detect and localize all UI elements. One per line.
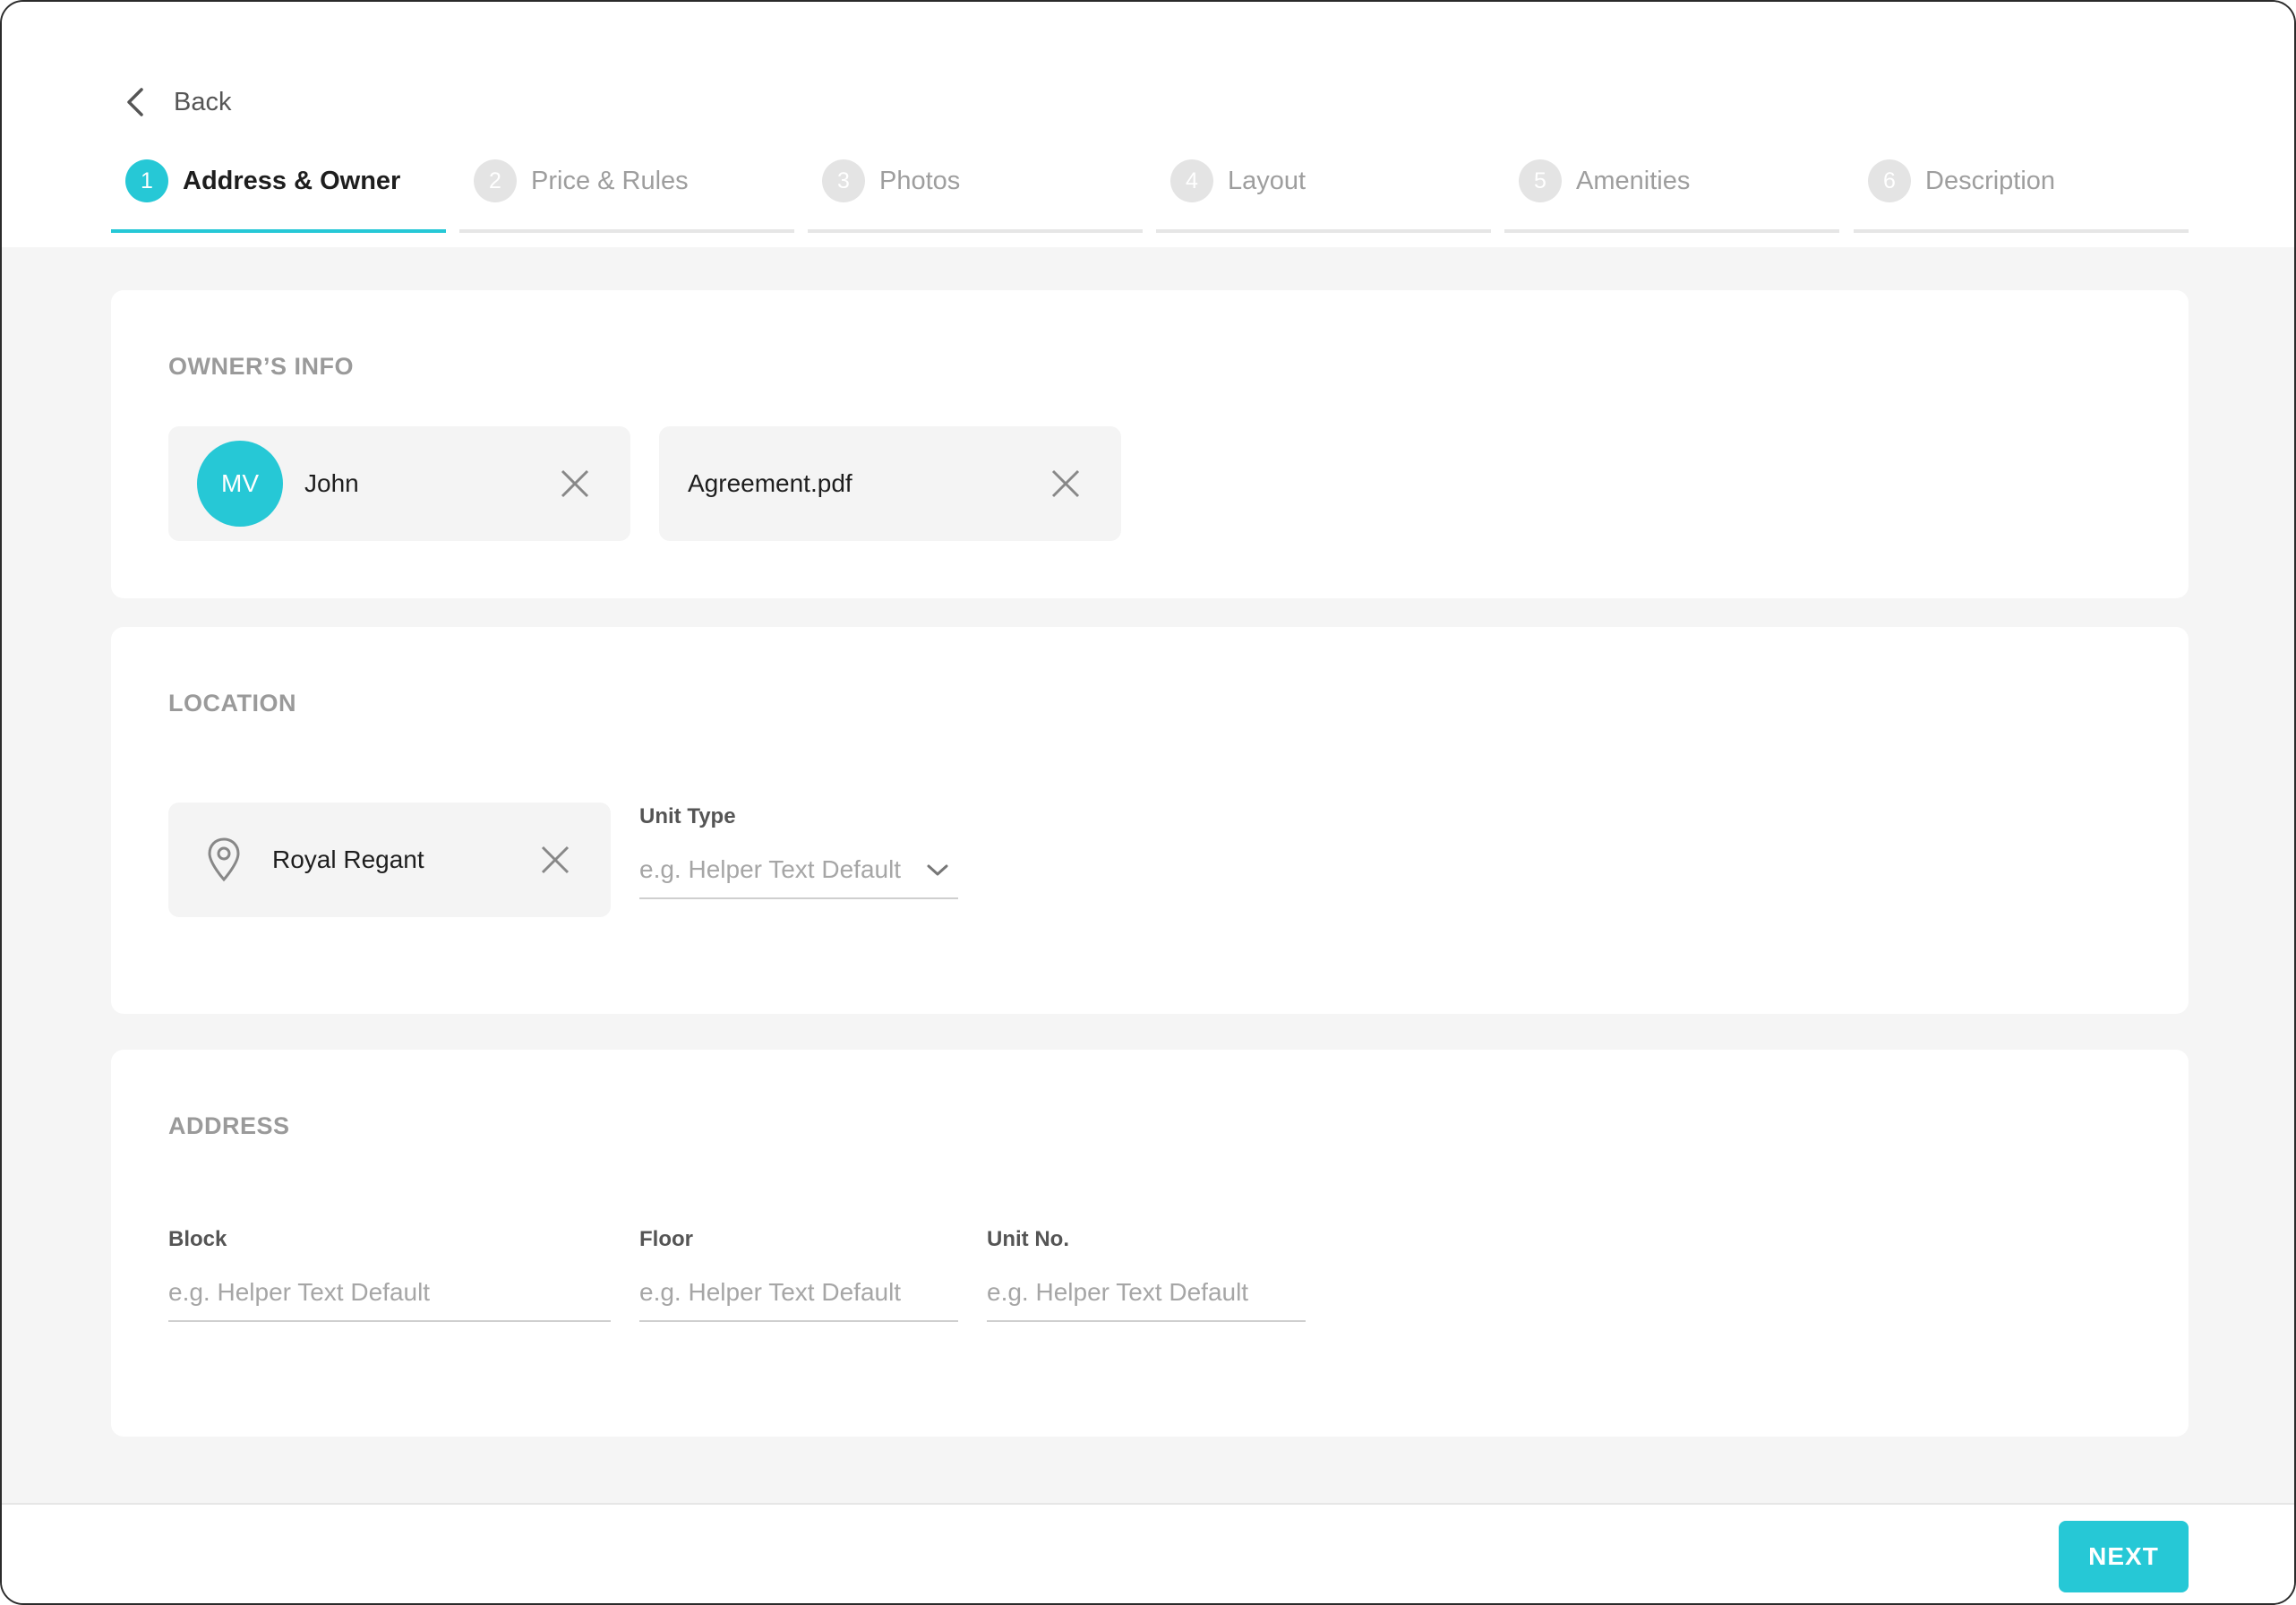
block-field: Block	[168, 1227, 611, 1335]
owner-name: John	[304, 469, 359, 497]
floor-label: Floor	[639, 1227, 693, 1251]
step-label: Price & Rules	[531, 167, 689, 195]
unit-no-label: Unit No.	[987, 1227, 1069, 1251]
step-progress-bar	[111, 229, 446, 233]
step-progress-bar	[808, 229, 1143, 233]
step-layout[interactable]: 4 Layout	[1156, 159, 1491, 233]
step-progress-bar	[459, 229, 794, 233]
step-progress-bar	[1504, 229, 1839, 233]
unit-no-input[interactable]	[987, 1265, 1306, 1322]
unit-type-label: Unit Type	[639, 804, 736, 828]
address-title: ADDRESS	[168, 1112, 290, 1139]
owner-chip[interactable]: MV John	[168, 426, 630, 541]
unit-no-field: Unit No.	[987, 1227, 1306, 1335]
floor-field: Floor	[639, 1227, 958, 1335]
step-number: 3	[822, 159, 865, 202]
step-number: 2	[474, 159, 517, 202]
back-label: Back	[174, 87, 232, 116]
document-filename: Agreement.pdf	[688, 469, 852, 497]
step-label: Amenities	[1576, 167, 1691, 195]
header: Back 1 Address & Owner 2 Price & Rules 3…	[2, 2, 2294, 247]
unit-type-field: Unit Type e.g. Helper Text Default	[639, 804, 958, 912]
step-photos[interactable]: 3 Photos	[808, 159, 1143, 233]
address-card: ADDRESS Block Floor Unit No.	[111, 1050, 2189, 1437]
location-name: Royal Regant	[272, 845, 424, 873]
footer: NEXT	[2, 1503, 2294, 1603]
document-chip[interactable]: Agreement.pdf	[659, 426, 1121, 541]
chevron-down-icon	[927, 864, 948, 876]
chevron-left-icon	[127, 88, 143, 116]
step-number: 5	[1519, 159, 1562, 202]
unit-type-select[interactable]: e.g. Helper Text Default	[639, 842, 958, 899]
step-number: 1	[125, 159, 168, 202]
step-progress-bar	[1156, 229, 1491, 233]
step-description[interactable]: 6 Description	[1854, 159, 2189, 233]
step-number: 4	[1170, 159, 1213, 202]
step-label: Layout	[1228, 167, 1306, 195]
floor-input[interactable]	[639, 1265, 958, 1322]
close-icon[interactable]	[539, 844, 571, 876]
unit-type-placeholder: e.g. Helper Text Default	[639, 855, 902, 883]
back-button[interactable]: Back	[122, 84, 231, 120]
step-label: Photos	[879, 167, 961, 195]
location-chip[interactable]: Royal Regant	[168, 802, 611, 917]
location-title: LOCATION	[168, 690, 296, 717]
next-button[interactable]: NEXT	[2059, 1521, 2189, 1592]
avatar: MV	[197, 441, 283, 527]
owner-info-card: OWNER’S INFO MV John Agreement.pdf	[111, 290, 2189, 598]
app-window: Back 1 Address & Owner 2 Price & Rules 3…	[0, 0, 2296, 1605]
block-label: Block	[168, 1227, 227, 1251]
block-input[interactable]	[168, 1265, 611, 1322]
step-label: Description	[1925, 167, 2056, 195]
step-progress-bar	[1854, 229, 2189, 233]
step-price-rules[interactable]: 2 Price & Rules	[459, 159, 794, 233]
step-amenities[interactable]: 5 Amenities	[1504, 159, 1839, 233]
step-label: Address & Owner	[183, 167, 401, 195]
stepper: 1 Address & Owner 2 Price & Rules 3 Phot…	[111, 159, 2189, 233]
owner-info-title: OWNER’S INFO	[168, 353, 354, 380]
step-address-owner[interactable]: 1 Address & Owner	[111, 159, 446, 233]
close-icon[interactable]	[1049, 468, 1082, 500]
close-icon[interactable]	[559, 468, 591, 500]
location-pin-icon	[208, 837, 240, 882]
location-card: LOCATION Royal Regant Unit Type e.g. Hel…	[111, 627, 2189, 1014]
step-number: 6	[1868, 159, 1911, 202]
